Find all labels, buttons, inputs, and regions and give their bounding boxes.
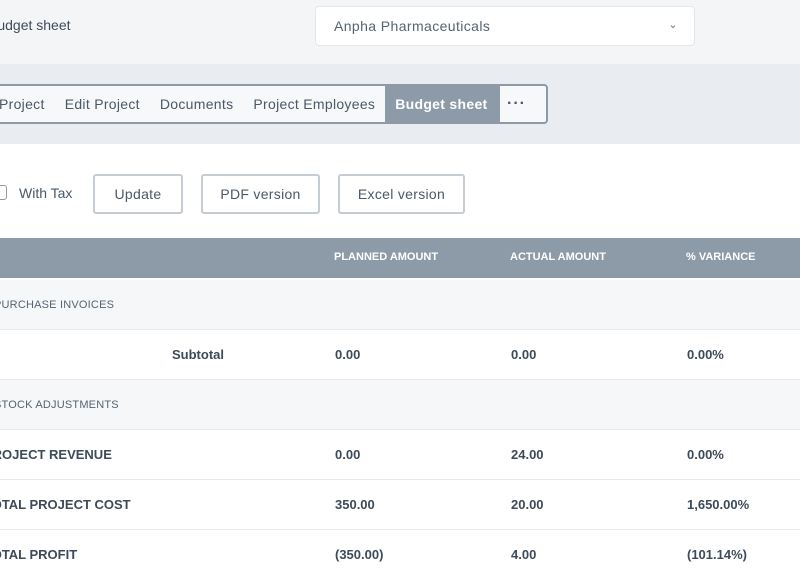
company-select[interactable]: Anpha Pharmaceuticals ⌄	[315, 6, 695, 46]
actual-amount: 20.00	[511, 497, 544, 512]
tab-edit-project[interactable]: Edit Project	[55, 86, 150, 122]
with-tax-checkbox[interactable]	[0, 185, 7, 200]
table-header: PLANNED AMOUNT ACTUAL AMOUNT % VARIANCE	[0, 238, 800, 278]
tab-documents[interactable]: Documents	[150, 86, 244, 122]
column-header-variance: % VARIANCE	[686, 251, 756, 263]
table-row-total: TOTAL PROJECT COST 350.00 20.00 1,650.00…	[0, 480, 800, 530]
actual-amount: 0.00	[511, 347, 537, 362]
planned-amount: 0.00	[335, 347, 361, 362]
tab-budget-sheet[interactable]: Budget sheet	[385, 86, 498, 122]
variance-percent: 0.00%	[687, 447, 724, 462]
update-button[interactable]: Update	[93, 174, 183, 214]
page-title: Budget sheet	[0, 17, 71, 33]
pdf-version-button[interactable]: PDF version	[201, 174, 320, 214]
row-label: TOTAL PROJECT COST	[0, 497, 131, 512]
row-label: PURCHASE INVOICES	[0, 299, 115, 311]
company-select-value: Anpha Pharmaceuticals	[334, 18, 491, 34]
row-label: STOCK ADJUSTMENTS	[0, 399, 119, 411]
column-header-planned: PLANNED AMOUNT	[334, 251, 439, 263]
excel-version-button[interactable]: Excel version	[338, 174, 465, 214]
variance-percent: 1,650.00%	[687, 497, 750, 512]
table-row-total: TOTAL PROFIT (350.00) 4.00 (101.14%)	[0, 530, 800, 578]
variance-percent: 0.00%	[687, 347, 724, 362]
top-bar: Budget sheet Anpha Pharmaceuticals ⌄	[0, 0, 800, 64]
table-row-subtotal: Subtotal 0.00 0.00 0.00%	[0, 330, 800, 380]
column-header-actual: ACTUAL AMOUNT	[510, 251, 606, 263]
row-label: Subtotal	[172, 347, 224, 362]
tab-band: Project Edit Project Documents Project E…	[0, 64, 800, 144]
variance-percent: (101.14%)	[687, 547, 747, 562]
project-tabs: Project Edit Project Documents Project E…	[0, 84, 548, 124]
tab-project[interactable]: Project	[0, 86, 55, 122]
actual-amount: 4.00	[511, 547, 537, 562]
chevron-down-icon: ⌄	[668, 19, 678, 31]
with-tax-label: With Tax	[19, 185, 73, 201]
table-row-section: STOCK ADJUSTMENTS	[0, 380, 800, 430]
planned-amount: 350.00	[335, 497, 375, 512]
table-row-total: PROJECT REVENUE 0.00 24.00 0.00%	[0, 430, 800, 480]
table-row-section: PURCHASE INVOICES	[0, 280, 800, 330]
row-label: TOTAL PROFIT	[0, 547, 78, 562]
actual-amount: 24.00	[511, 447, 544, 462]
planned-amount: (350.00)	[335, 547, 384, 562]
row-label: PROJECT REVENUE	[0, 447, 112, 462]
more-horizontal-icon[interactable]: ···	[497, 86, 534, 122]
planned-amount: 0.00	[335, 447, 361, 462]
tab-project-employees[interactable]: Project Employees	[243, 86, 385, 122]
